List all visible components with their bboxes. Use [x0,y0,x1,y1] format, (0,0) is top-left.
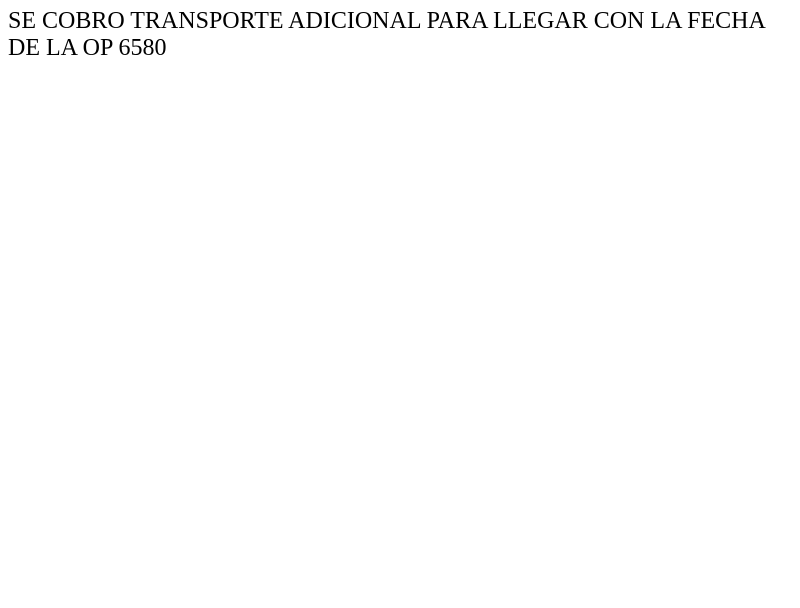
note-text: SE COBRO TRANSPORTE ADICIONAL PARA LLEGA… [8,8,765,61]
